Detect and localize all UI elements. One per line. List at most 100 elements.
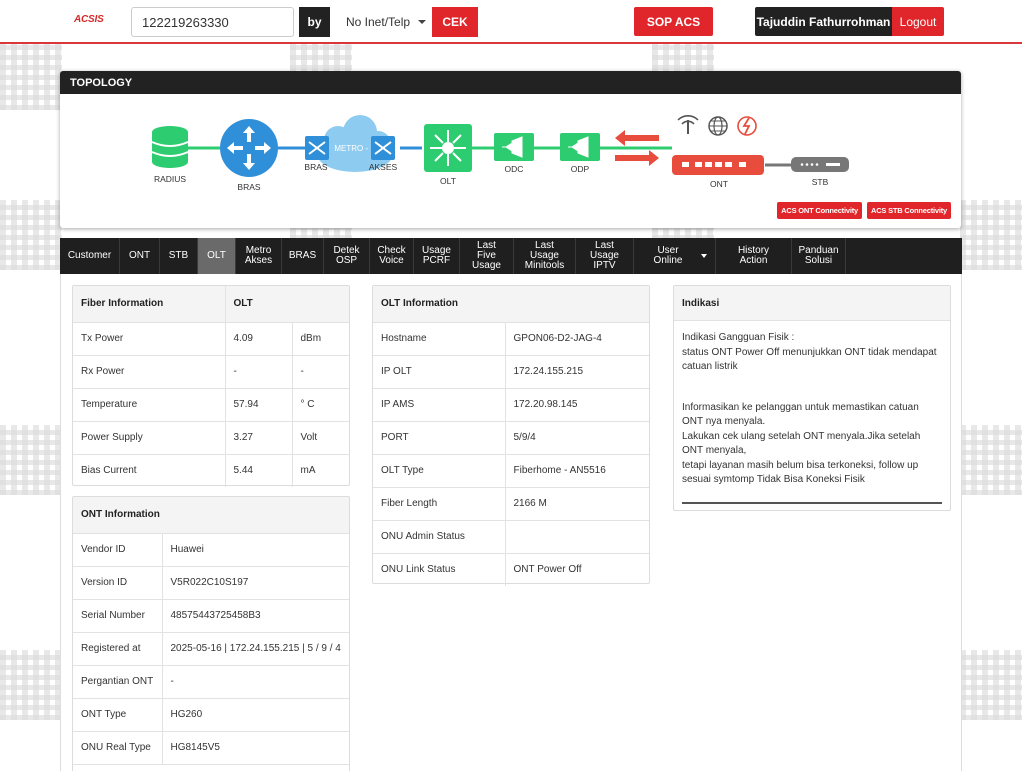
- row-unit: mA: [300, 465, 316, 477]
- row-label: PORT: [373, 421, 506, 455]
- topology-panel: TOPOLOGY RADIUS BRAS METRO - E BRAS AKSE…: [60, 71, 961, 228]
- stb-device-icon[interactable]: [791, 157, 849, 172]
- tab-olt[interactable]: OLT: [198, 238, 236, 274]
- row-label: Vendor ID: [73, 533, 163, 567]
- table-row: PORT 5/9/4: [373, 421, 649, 455]
- ont-label: ONT: [710, 179, 728, 189]
- tab-usage-pcrf[interactable]: Usage PCRF: [414, 238, 460, 274]
- row-label: Temperature: [73, 388, 226, 422]
- radius-icon[interactable]: [151, 126, 189, 168]
- table-row: Tx Power 4.09 dBm: [73, 322, 349, 356]
- row-value: 5.44: [225, 454, 293, 487]
- fiber-information-panel: Fiber Information OLT Tx Power 4.09 dBm …: [72, 285, 350, 487]
- olt-icon[interactable]: [424, 124, 472, 172]
- row-label: IP OLT: [373, 355, 506, 389]
- tab-stb[interactable]: STB: [160, 238, 198, 274]
- bras-switch-icon[interactable]: [305, 136, 329, 160]
- row-label: Bias Current: [73, 454, 226, 487]
- tab-history-action[interactable]: History Action: [716, 238, 792, 274]
- row-value: Fiberhome - AN5516: [505, 454, 649, 488]
- tab-last-usage-iptv[interactable]: Last Usage IPTV: [576, 238, 634, 274]
- odc-icon[interactable]: [494, 133, 534, 161]
- tab-bras[interactable]: BRAS: [282, 238, 324, 274]
- ont-information-table: ONT Information Vendor ID Huawei Version…: [73, 497, 349, 765]
- table-row: ONU Real Type HG8145V5: [73, 731, 349, 765]
- app-logo[interactable]: ACSIS: [74, 14, 104, 25]
- table-row: Rx Power - -: [73, 355, 349, 389]
- row-value: 172.24.155.215: [505, 355, 649, 389]
- indikasi-line: Lakukan cek ulang setelah ONT menyala.Ji…: [682, 430, 921, 457]
- row-label: ONT Type: [73, 698, 163, 732]
- row-label: Serial Number: [73, 599, 163, 633]
- row-unit: ° C: [292, 388, 349, 422]
- tab-panduan-solusi[interactable]: Panduan Solusi: [792, 238, 846, 274]
- cek-button[interactable]: CEK: [432, 7, 478, 37]
- row-value: -: [162, 665, 349, 699]
- bras-router-icon[interactable]: [220, 119, 278, 177]
- watermark: [960, 425, 1022, 495]
- row-label: Registered at: [73, 632, 163, 666]
- topology-title: TOPOLOGY: [60, 71, 961, 94]
- logout-button[interactable]: Logout: [892, 7, 944, 36]
- watermark: [0, 425, 62, 495]
- row-label: ONU Link Status: [373, 553, 506, 586]
- table-row: IP AMS 172.20.98.145: [373, 388, 649, 422]
- tab-detek-osp[interactable]: Detek OSP: [324, 238, 370, 274]
- row-label: Tx Power: [73, 322, 226, 356]
- akses-switch-icon[interactable]: [371, 136, 395, 160]
- table-row: Vendor ID Huawei: [73, 533, 349, 567]
- user-name: Tajuddin Fathurrohman: [755, 7, 892, 36]
- sop-acs-button[interactable]: SOP ACS: [634, 7, 713, 36]
- fiber-information-table: Fiber Information OLT Tx Power 4.09 dBm …: [73, 286, 349, 487]
- power-off-icon: [737, 116, 757, 136]
- table-row: ONU Link Status ONT Power Off: [373, 553, 649, 586]
- akses-label: AKSES: [369, 162, 398, 172]
- row-value: 48575443725458B3: [162, 599, 349, 633]
- bras-label: BRAS: [237, 182, 260, 192]
- search-input[interactable]: [131, 7, 294, 37]
- tab-metro-akses[interactable]: Metro Akses: [236, 238, 282, 274]
- fiber-header-value: OLT: [225, 286, 349, 323]
- odp-icon[interactable]: [560, 133, 600, 161]
- tab-ont[interactable]: ONT: [120, 238, 160, 274]
- row-unit: -: [292, 355, 349, 389]
- row-unit: Volt: [292, 421, 349, 455]
- olt-label: OLT: [440, 176, 456, 186]
- antenna-icon: [677, 115, 699, 134]
- search-type-value: No Inet/Telp: [346, 15, 411, 29]
- table-row: Version ID V5R022C10S197: [73, 566, 349, 600]
- table-row: ONU Admin Status: [373, 520, 649, 554]
- chevron-down-icon: [418, 20, 427, 24]
- tab-customer[interactable]: Customer: [60, 238, 120, 274]
- olt-info-header: OLT Information: [373, 286, 649, 323]
- row-value: V5R022C10S197: [162, 566, 349, 600]
- row-value: GPON06-D2-JAG-4: [505, 322, 649, 356]
- acs-ont-connectivity-button[interactable]: ACS ONT Connectivity: [777, 202, 862, 219]
- radius-label: RADIUS: [154, 174, 186, 184]
- tab-last-usage-minitools[interactable]: Last Usage Minitools: [514, 238, 576, 274]
- watermark: [960, 200, 1022, 270]
- table-row: OLT Type Fiberhome - AN5516: [373, 454, 649, 488]
- row-value: 3.27: [225, 421, 293, 455]
- row-label: Power Supply: [73, 421, 226, 455]
- globe-icon: [708, 116, 728, 136]
- bras-switch-label: BRAS: [304, 162, 327, 172]
- row-value: 2166 M: [505, 487, 649, 521]
- search-type-select[interactable]: No Inet/Telp: [335, 7, 432, 37]
- ont-info-header: ONT Information: [73, 497, 349, 534]
- row-label: ONU Admin Status: [373, 520, 506, 554]
- ont-information-panel: ONT Information Vendor ID Huawei Version…: [72, 496, 350, 771]
- tab-user-online[interactable]: User Online: [634, 238, 716, 274]
- row-value: 5/9/4: [505, 421, 649, 455]
- table-row: Hostname GPON06-D2-JAG-4: [373, 322, 649, 356]
- row-value: [505, 520, 649, 554]
- table-row: Bias Current 5.44 mA: [73, 454, 349, 487]
- watermark: [0, 40, 62, 110]
- tab-last-five-usage[interactable]: Last Five Usage: [460, 238, 514, 274]
- indikasi-line: status ONT Power Off menunjukkan ONT tid…: [682, 346, 937, 373]
- ont-device-icon[interactable]: [672, 155, 764, 175]
- tab-bar: Customer ONT STB OLT Metro Akses BRAS De…: [60, 238, 962, 274]
- indikasi-line: tetapi layanan masih belum bisa terkonek…: [682, 459, 919, 486]
- tab-check-voice[interactable]: Check Voice: [370, 238, 414, 274]
- acs-stb-connectivity-button[interactable]: ACS STB Connectivity: [866, 202, 951, 219]
